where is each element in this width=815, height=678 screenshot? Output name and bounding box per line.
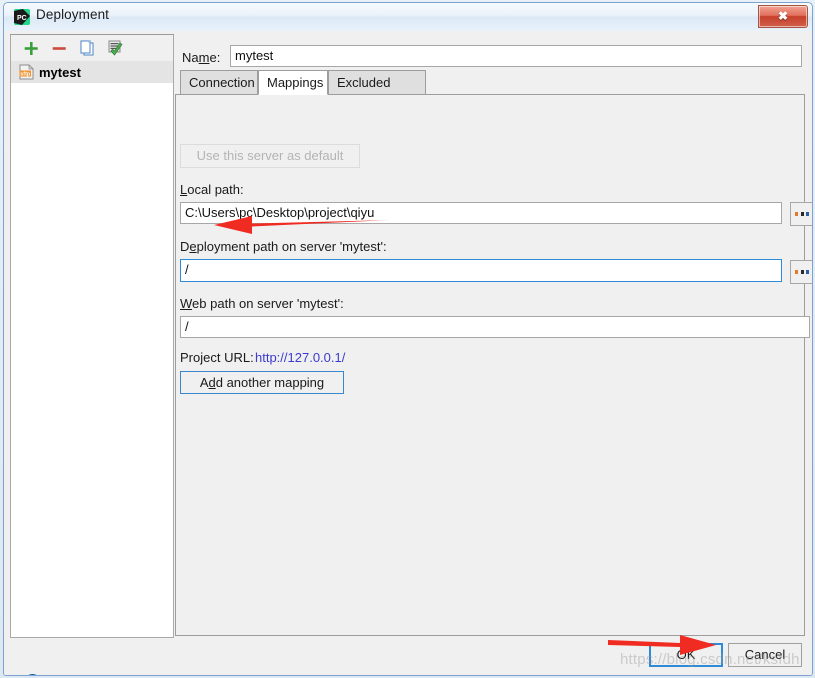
- local-path-browse-button[interactable]: [790, 202, 812, 226]
- screen: PC Deployment ✖ sftp mytest Name: mytest…: [0, 0, 815, 678]
- check-list-icon[interactable]: [105, 39, 125, 58]
- tab-connection[interactable]: Connection: [180, 70, 258, 95]
- deployment-path-label: Deployment path on server 'mytest':: [180, 239, 387, 254]
- copy-server-button[interactable]: [77, 39, 97, 58]
- server-list[interactable]: sftp mytest: [11, 61, 173, 635]
- web-path-value: /: [185, 319, 189, 334]
- server-list-panel: sftp mytest: [10, 34, 174, 638]
- sftp-icon: sftp: [19, 64, 34, 80]
- deployment-path-input[interactable]: /: [180, 259, 782, 282]
- sidebar-item-mytest[interactable]: sftp mytest: [11, 61, 173, 83]
- cancel-button-label: Cancel: [744, 647, 786, 662]
- ellipsis-icon: [795, 270, 809, 274]
- add-another-mapping-label: Add another mapping: [199, 375, 325, 390]
- help-icon[interactable]: ?: [24, 674, 41, 675]
- svg-text:PC: PC: [17, 15, 27, 22]
- local-path-label: Local path:: [180, 182, 244, 197]
- window-title: Deployment: [36, 7, 110, 22]
- settings-tabs: Connection Mappings Excluded Paths: [175, 70, 805, 114]
- pycharm-icon: PC: [14, 9, 30, 25]
- local-path-value: C:\Users\pc\Desktop\project\qiyu: [185, 205, 375, 220]
- svg-text:sftp: sftp: [20, 72, 31, 78]
- tab-connection-label: Connection: [189, 75, 255, 90]
- use-server-as-default-button: Use this server as default: [180, 144, 360, 168]
- add-another-mapping-button[interactable]: Add another mapping: [180, 371, 344, 394]
- tab-mappings-label: Mappings: [267, 75, 324, 90]
- web-path-input[interactable]: /: [180, 316, 810, 338]
- project-url-label: Project URL:: [180, 350, 254, 365]
- name-input-value: mytest: [235, 48, 274, 63]
- name-input[interactable]: mytest: [230, 45, 802, 67]
- sidebar-item-label: mytest: [39, 64, 81, 80]
- dialog-body: sftp mytest Name: mytest Connection Mapp…: [4, 31, 812, 675]
- close-icon: ✖: [777, 9, 789, 23]
- deployment-path-browse-button[interactable]: [790, 260, 812, 284]
- ok-button[interactable]: OK: [649, 643, 723, 667]
- ok-button-label: OK: [676, 647, 696, 662]
- web-path-label: Web path on server 'mytest':: [180, 296, 344, 311]
- server-list-toolbar: [11, 35, 173, 61]
- server-settings-panel: Name: mytest Connection Mappings Exclude…: [175, 34, 812, 636]
- use-server-as-default-label: Use this server as default: [196, 148, 344, 163]
- project-url-link[interactable]: http://127.0.0.1/: [255, 350, 345, 365]
- close-button[interactable]: ✖: [758, 5, 808, 28]
- mappings-tab-pane: Use this server as default Local path: C…: [175, 95, 812, 636]
- remove-server-button[interactable]: [49, 39, 69, 58]
- add-server-button[interactable]: [21, 39, 41, 58]
- tab-excluded-paths[interactable]: Excluded Paths: [328, 70, 426, 114]
- ellipsis-icon: [795, 212, 809, 216]
- title-bar: PC Deployment ✖: [4, 3, 812, 32]
- local-path-input[interactable]: C:\Users\pc\Desktop\project\qiyu: [180, 202, 782, 224]
- deployment-dialog: PC Deployment ✖ sftp mytest Name: mytest…: [3, 2, 813, 676]
- cancel-button[interactable]: Cancel: [728, 643, 802, 667]
- name-label: Name:: [182, 50, 221, 65]
- deployment-path-value: /: [185, 262, 189, 277]
- tab-mappings[interactable]: Mappings: [258, 70, 328, 95]
